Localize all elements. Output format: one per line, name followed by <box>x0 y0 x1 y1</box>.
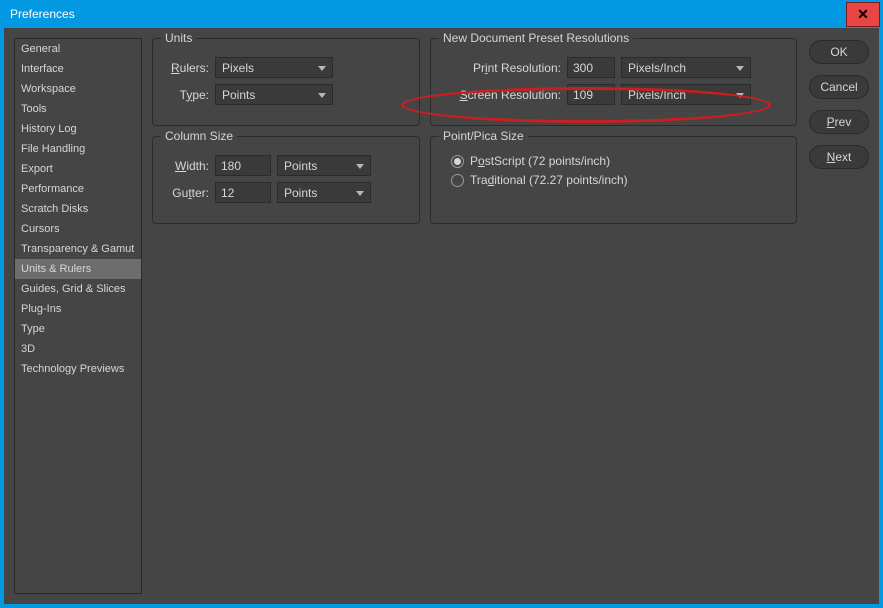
row-2: Column Size Width: Points Gutter: Points <box>152 136 797 224</box>
preferences-window: Preferences ✕ General Interface Workspac… <box>0 0 883 608</box>
sidebar-item-performance[interactable]: Performance <box>15 179 141 199</box>
print-res-label: Print Resolution: <box>443 61 561 75</box>
close-button[interactable]: ✕ <box>846 2 880 27</box>
panels: Units Rulers: Pixels Type: Points New Do… <box>152 38 797 594</box>
next-button[interactable]: Next <box>809 145 869 169</box>
gutter-unit-select[interactable]: Points <box>277 182 371 203</box>
width-input[interactable] <box>215 155 271 176</box>
sidebar-item-history-log[interactable]: History Log <box>15 119 141 139</box>
close-icon: ✕ <box>857 6 869 23</box>
window-title: Preferences <box>10 7 846 21</box>
sidebar: General Interface Workspace Tools Histor… <box>14 38 142 594</box>
resolutions-legend: New Document Preset Resolutions <box>439 31 633 45</box>
rulers-label: Rulers: <box>165 61 209 75</box>
postscript-label: PostScript (72 points/inch) <box>470 154 610 168</box>
sidebar-item-3d[interactable]: 3D <box>15 339 141 359</box>
width-unit-select[interactable]: Points <box>277 155 371 176</box>
sidebar-item-tools[interactable]: Tools <box>15 99 141 119</box>
type-label: Type: <box>165 88 209 102</box>
print-res-unit-select[interactable]: Pixels/Inch <box>621 57 751 78</box>
column-size-fieldset: Column Size Width: Points Gutter: Points <box>152 136 420 224</box>
traditional-label: Traditional (72.27 points/inch) <box>470 173 628 187</box>
screen-res-input[interactable] <box>567 84 615 105</box>
content-area: General Interface Workspace Tools Histor… <box>4 28 879 604</box>
prev-button[interactable]: Prev <box>809 110 869 134</box>
sidebar-item-tech-previews[interactable]: Technology Previews <box>15 359 141 379</box>
sidebar-item-type[interactable]: Type <box>15 319 141 339</box>
print-res-input[interactable] <box>567 57 615 78</box>
pointpica-fieldset: Point/Pica Size PostScript (72 points/in… <box>430 136 797 224</box>
sidebar-item-guides[interactable]: Guides, Grid & Slices <box>15 279 141 299</box>
sidebar-item-interface[interactable]: Interface <box>15 59 141 79</box>
units-legend: Units <box>161 31 196 45</box>
traditional-radio[interactable] <box>451 174 464 187</box>
screen-res-unit-select[interactable]: Pixels/Inch <box>621 84 751 105</box>
column-legend: Column Size <box>161 129 237 143</box>
gutter-input[interactable] <box>215 182 271 203</box>
units-fieldset: Units Rulers: Pixels Type: Points <box>152 38 420 126</box>
row-1: Units Rulers: Pixels Type: Points New Do… <box>152 38 797 126</box>
button-column: OK Cancel Prev Next <box>809 38 869 594</box>
main-panel: Units Rulers: Pixels Type: Points New Do… <box>152 38 869 594</box>
type-select[interactable]: Points <box>215 84 333 105</box>
sidebar-item-file-handling[interactable]: File Handling <box>15 139 141 159</box>
ok-button[interactable]: OK <box>809 40 869 64</box>
screen-res-label: Screen Resolution: <box>443 88 561 102</box>
traditional-radio-row[interactable]: Traditional (72.27 points/inch) <box>451 173 784 187</box>
pointpica-legend: Point/Pica Size <box>439 129 528 143</box>
postscript-radio[interactable] <box>451 155 464 168</box>
sidebar-item-cursors[interactable]: Cursors <box>15 219 141 239</box>
sidebar-item-plugins[interactable]: Plug-Ins <box>15 299 141 319</box>
postscript-radio-row[interactable]: PostScript (72 points/inch) <box>451 154 784 168</box>
sidebar-item-transparency[interactable]: Transparency & Gamut <box>15 239 141 259</box>
rulers-select[interactable]: Pixels <box>215 57 333 78</box>
width-label: Width: <box>165 159 209 173</box>
sidebar-item-scratch-disks[interactable]: Scratch Disks <box>15 199 141 219</box>
gutter-label: Gutter: <box>165 186 209 200</box>
titlebar: Preferences ✕ <box>0 0 883 28</box>
cancel-button[interactable]: Cancel <box>809 75 869 99</box>
sidebar-item-units-rulers[interactable]: Units & Rulers <box>15 259 141 279</box>
sidebar-item-general[interactable]: General <box>15 39 141 59</box>
sidebar-item-workspace[interactable]: Workspace <box>15 79 141 99</box>
sidebar-item-export[interactable]: Export <box>15 159 141 179</box>
resolutions-fieldset: New Document Preset Resolutions Print Re… <box>430 38 797 126</box>
